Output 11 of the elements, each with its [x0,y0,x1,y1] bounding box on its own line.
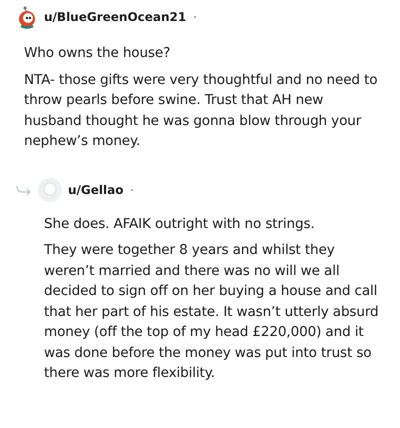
comment-paragraph: They were together 8 years and whilst they weren’t married and there was no will we all decided to sign off on her buying a house and call that her part of his estate. It wasn’t utterly absurd money (off the top of my head £220,000) and it was done before the money was put into trust so there was more flexibility. [44,241,380,383]
reply-arrow-icon [16,184,32,194]
username[interactable]: u/BlueGreenOcean21 [44,10,186,24]
comment-paragraph: Who owns the house? [24,44,172,63]
separator-dot [131,188,134,190]
separator-dot [194,16,196,18]
username[interactable]: u/Gellao [68,182,124,196]
comment-paragraph: NTA- those gifts were very thoughtful and no need to throw pearls before swine. Trust that AH new husband thought he was gonna blow through your nephew’s money. [24,70,378,151]
comment-paragraph: She does. AFAIK outright with no strings. [44,214,316,234]
avatar-icon [38,178,62,202]
avatar-icon [16,5,38,29]
